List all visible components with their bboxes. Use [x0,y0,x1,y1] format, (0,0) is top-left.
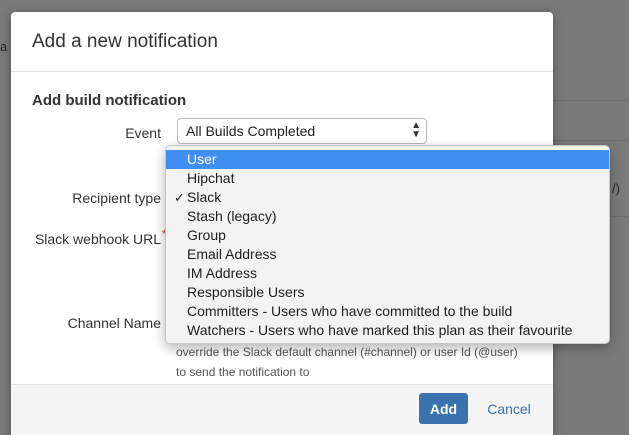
cancel-button[interactable]: Cancel [480,393,538,424]
option-label: Committers - Users who have committed to… [187,303,513,319]
add-button[interactable]: Add [419,393,468,424]
select-arrows-icon: ▲ ▼ [411,120,421,140]
dropdown-option-email-address[interactable]: Email Address [166,245,609,264]
background-text-fragment: a [0,39,8,54]
channel-help-text: override the Slack default channel (#cha… [176,345,518,359]
dropdown-option-user[interactable]: User [166,150,609,169]
option-label: Watchers - Users who have marked this pl… [187,322,573,338]
dialog-title: Add a new notification [32,30,218,52]
slack-webhook-label-text: Slack webhook URL [34,231,161,247]
option-label: Email Address [187,246,277,262]
background-divider [553,140,629,141]
option-label: User [187,151,217,167]
slack-webhook-label: Slack webhook URL [35,231,161,247]
dropdown-option-hipchat[interactable]: Hipchat [166,169,609,188]
recipient-type-dropdown[interactable]: User Hipchat ✓ Slack Stash (legacy) Grou… [165,145,610,344]
event-label: Event [125,125,161,141]
dialog-footer [11,384,553,435]
dropdown-option-group[interactable]: Group [166,226,609,245]
dropdown-option-responsible-users[interactable]: Responsible Users [166,283,609,302]
channel-help-text-2: to send the notification to [176,365,310,379]
option-label: Stash (legacy) [187,208,277,224]
dropdown-option-watchers[interactable]: Watchers - Users who have marked this pl… [166,321,609,340]
recipient-type-label: Recipient type [72,190,161,206]
background-divider [553,100,629,101]
channel-name-label: Channel Name [67,315,161,331]
dropdown-option-stash-legacy[interactable]: Stash (legacy) [166,207,609,226]
option-label: Hipchat [187,170,235,186]
option-label: Slack [187,189,222,205]
dropdown-option-im-address[interactable]: IM Address [166,264,609,283]
background-text-fragment: /) [612,181,620,196]
dropdown-option-committers[interactable]: Committers - Users who have committed to… [166,302,609,321]
dropdown-option-slack[interactable]: ✓ Slack [166,188,609,207]
option-label: Responsible Users [187,284,305,300]
event-select-value: All Builds Completed [186,123,316,139]
option-label: IM Address [187,265,258,281]
option-label: Group [187,227,226,243]
dialog-header: Add a new notification [11,12,553,72]
section-title: Add build notification [32,92,187,109]
event-select[interactable]: All Builds Completed ▲ ▼ [177,118,427,144]
checkmark-icon: ✓ [174,190,185,205]
